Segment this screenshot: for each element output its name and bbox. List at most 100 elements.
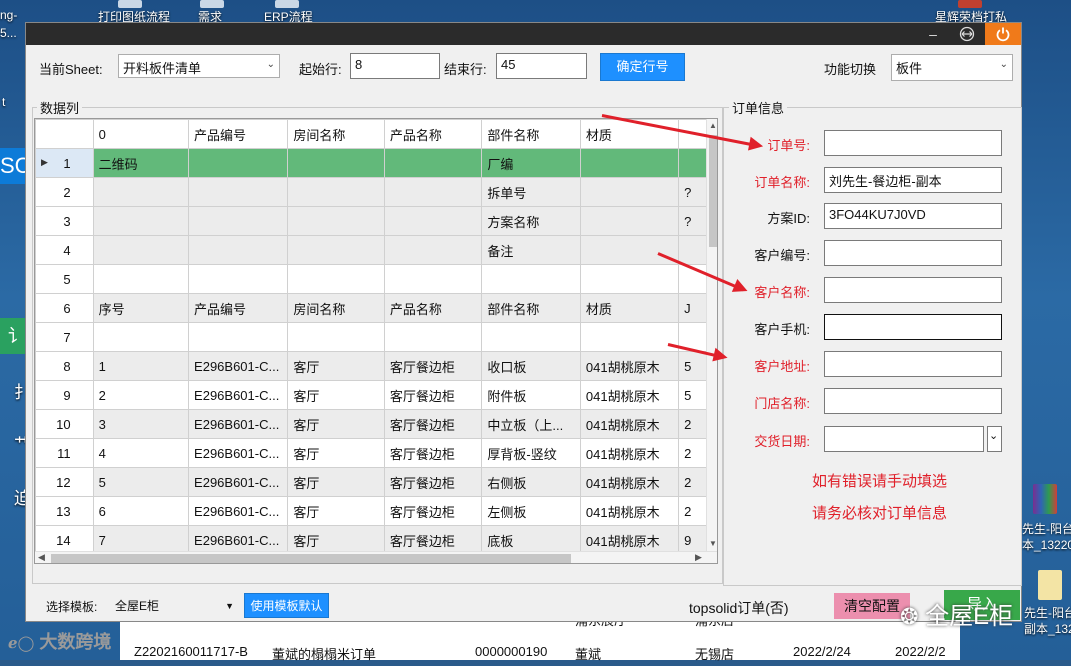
grid-cell[interactable]: 2 xyxy=(92,380,190,410)
shortcut-icon[interactable] xyxy=(118,0,142,8)
column-header[interactable]: 部件名称 xyxy=(481,119,581,149)
grid-cell[interactable] xyxy=(383,264,483,294)
grid-cell[interactable] xyxy=(92,264,190,294)
grid-cell[interactable] xyxy=(188,206,289,236)
left-app-tile[interactable]: SC xyxy=(0,148,31,184)
grid-cell[interactable] xyxy=(287,148,385,178)
grid-cell[interactable]: 客厅 xyxy=(287,380,385,410)
function-switch-select[interactable]: 板件 ⌄ xyxy=(891,54,1013,81)
table-row[interactable]: 8 1 E296B601-C... 客厅 客厅餐边柜 收口板 041胡桃原木 5 xyxy=(35,351,717,381)
close-button[interactable] xyxy=(985,23,1021,45)
grid-cell[interactable]: E296B601-C... xyxy=(188,351,289,381)
title-bar[interactable]: – xyxy=(26,23,1021,45)
column-header[interactable]: 材质 xyxy=(579,119,680,149)
row-header[interactable]: 5 xyxy=(35,264,94,294)
grid-cell[interactable]: 序号 xyxy=(92,293,190,323)
end-row-input[interactable]: 45 xyxy=(496,53,587,79)
grid-cell[interactable] xyxy=(579,206,680,236)
row-header[interactable]: ▶ 1 xyxy=(35,148,94,178)
clear-config-button[interactable]: 清空配置 xyxy=(834,593,910,619)
row-header[interactable]: 11 xyxy=(35,438,94,468)
grid-cell[interactable]: 备注 xyxy=(481,235,581,265)
grid-cell[interactable]: 4 xyxy=(92,438,190,468)
grid-cell[interactable]: 产品名称 xyxy=(383,293,483,323)
minimize-button[interactable]: – xyxy=(916,23,950,45)
grid-cell[interactable]: 041胡桃原木 xyxy=(579,496,680,526)
sheet-select[interactable]: 开料板件清单 ⌄ xyxy=(118,54,280,78)
grid-cell[interactable]: 客厅餐边柜 xyxy=(383,409,483,439)
grid-cell[interactable]: 041胡桃原木 xyxy=(579,380,680,410)
left-app-tile[interactable]: 讠 xyxy=(0,318,26,354)
grid-cell[interactable]: 产品编号 xyxy=(188,293,289,323)
scroll-thumb[interactable] xyxy=(709,135,717,247)
grid-cell[interactable]: 3 xyxy=(92,409,190,439)
use-template-default-button[interactable]: 使用模板默认 xyxy=(244,593,329,618)
order-field-input[interactable]: 刘先生-餐边柜-副本 xyxy=(824,167,1002,193)
grid-cell[interactable]: E296B601-C... xyxy=(188,467,289,497)
row-header[interactable]: 9 xyxy=(35,380,94,410)
table-row[interactable]: 7 xyxy=(35,322,717,352)
row-header[interactable]: 8 xyxy=(35,351,94,381)
confirm-rows-button[interactable]: 确定行号 xyxy=(600,53,685,81)
table-row[interactable]: ▶ 1 二维码 厂编 xyxy=(35,148,717,178)
grid-cell[interactable] xyxy=(287,177,385,207)
grid-cell[interactable] xyxy=(383,148,483,178)
row-header[interactable]: 7 xyxy=(35,322,94,352)
grid-cell[interactable] xyxy=(383,235,483,265)
scroll-up-icon[interactable]: ▲ xyxy=(709,121,717,130)
column-header[interactable]: 产品编号 xyxy=(188,119,289,149)
grid-cell[interactable]: 中立板（上... xyxy=(481,409,581,439)
grid-cell[interactable] xyxy=(188,322,289,352)
table-row[interactable]: 3 方案名称? xyxy=(35,206,717,236)
scroll-down-icon[interactable]: ▼ xyxy=(709,539,717,548)
order-field-input[interactable] xyxy=(824,240,1002,266)
date-picker-dropdown[interactable]: ⌄ xyxy=(987,426,1002,452)
grid-cell[interactable]: 1 xyxy=(92,351,190,381)
grid-cell[interactable] xyxy=(287,322,385,352)
grid-cell[interactable] xyxy=(579,148,680,178)
grid-cell[interactable]: 041胡桃原木 xyxy=(579,351,680,381)
grid-cell[interactable] xyxy=(287,235,385,265)
order-field-input[interactable] xyxy=(824,388,1002,414)
grid-cell[interactable] xyxy=(287,264,385,294)
order-field-input[interactable] xyxy=(824,130,1002,156)
column-header[interactable]: 产品名称 xyxy=(383,119,483,149)
scroll-thumb[interactable] xyxy=(51,554,571,563)
grid-cell[interactable]: 客厅餐边柜 xyxy=(383,467,483,497)
table-row[interactable]: 11 4 E296B601-C... 客厅 客厅餐边柜 厚背板-竖纹 041胡桃原木 2 xyxy=(35,438,717,468)
grid-cell[interactable]: 收口板 xyxy=(481,351,581,381)
grid-cell[interactable] xyxy=(188,177,289,207)
grid-cell[interactable]: 客厅餐边柜 xyxy=(383,438,483,468)
grid-cell[interactable]: 方案名称 xyxy=(481,206,581,236)
grid-cell[interactable]: 附件板 xyxy=(481,380,581,410)
row-header[interactable]: 3 xyxy=(35,206,94,236)
grid-cell[interactable]: 041胡桃原木 xyxy=(579,467,680,497)
order-field-input[interactable]: 3FO44KU7J0VD xyxy=(824,203,1002,229)
grid-cell[interactable]: 5 xyxy=(92,467,190,497)
grid-cell[interactable]: 客厅 xyxy=(287,409,385,439)
grid-cell[interactable]: 左侧板 xyxy=(481,496,581,526)
column-header[interactable]: 0 xyxy=(92,119,190,149)
grid-cell[interactable]: 部件名称 xyxy=(481,293,581,323)
grid-cell[interactable]: 客厅餐边柜 xyxy=(383,380,483,410)
vertical-scrollbar[interactable]: ▲ ▼ xyxy=(706,119,717,551)
order-field-input[interactable] xyxy=(824,426,984,452)
grid-cell[interactable] xyxy=(383,177,483,207)
resize-button[interactable] xyxy=(950,23,984,45)
row-header[interactable]: 12 xyxy=(35,467,94,497)
scroll-left-icon[interactable]: ◀ xyxy=(38,552,45,563)
grid-cell[interactable] xyxy=(579,322,680,352)
grid-cell[interactable]: 客厅 xyxy=(287,351,385,381)
grid-cell[interactable] xyxy=(579,235,680,265)
grid-cell[interactable]: 客厅 xyxy=(287,496,385,526)
table-row[interactable]: 12 5 E296B601-C... 客厅 客厅餐边柜 右侧板 041胡桃原木 2 xyxy=(35,467,717,497)
grid-cell[interactable]: 客厅餐边柜 xyxy=(383,351,483,381)
row-header[interactable]: 2 xyxy=(35,177,94,207)
grid-cell[interactable]: E296B601-C... xyxy=(188,496,289,526)
grid-cell[interactable] xyxy=(383,322,483,352)
table-row[interactable]: 2 拆单号? xyxy=(35,177,717,207)
grid-cell[interactable] xyxy=(92,177,190,207)
grid-cell[interactable] xyxy=(188,148,289,178)
template-select[interactable]: 全屋E柜 ▼ xyxy=(113,595,236,617)
grid-cell[interactable] xyxy=(188,235,289,265)
